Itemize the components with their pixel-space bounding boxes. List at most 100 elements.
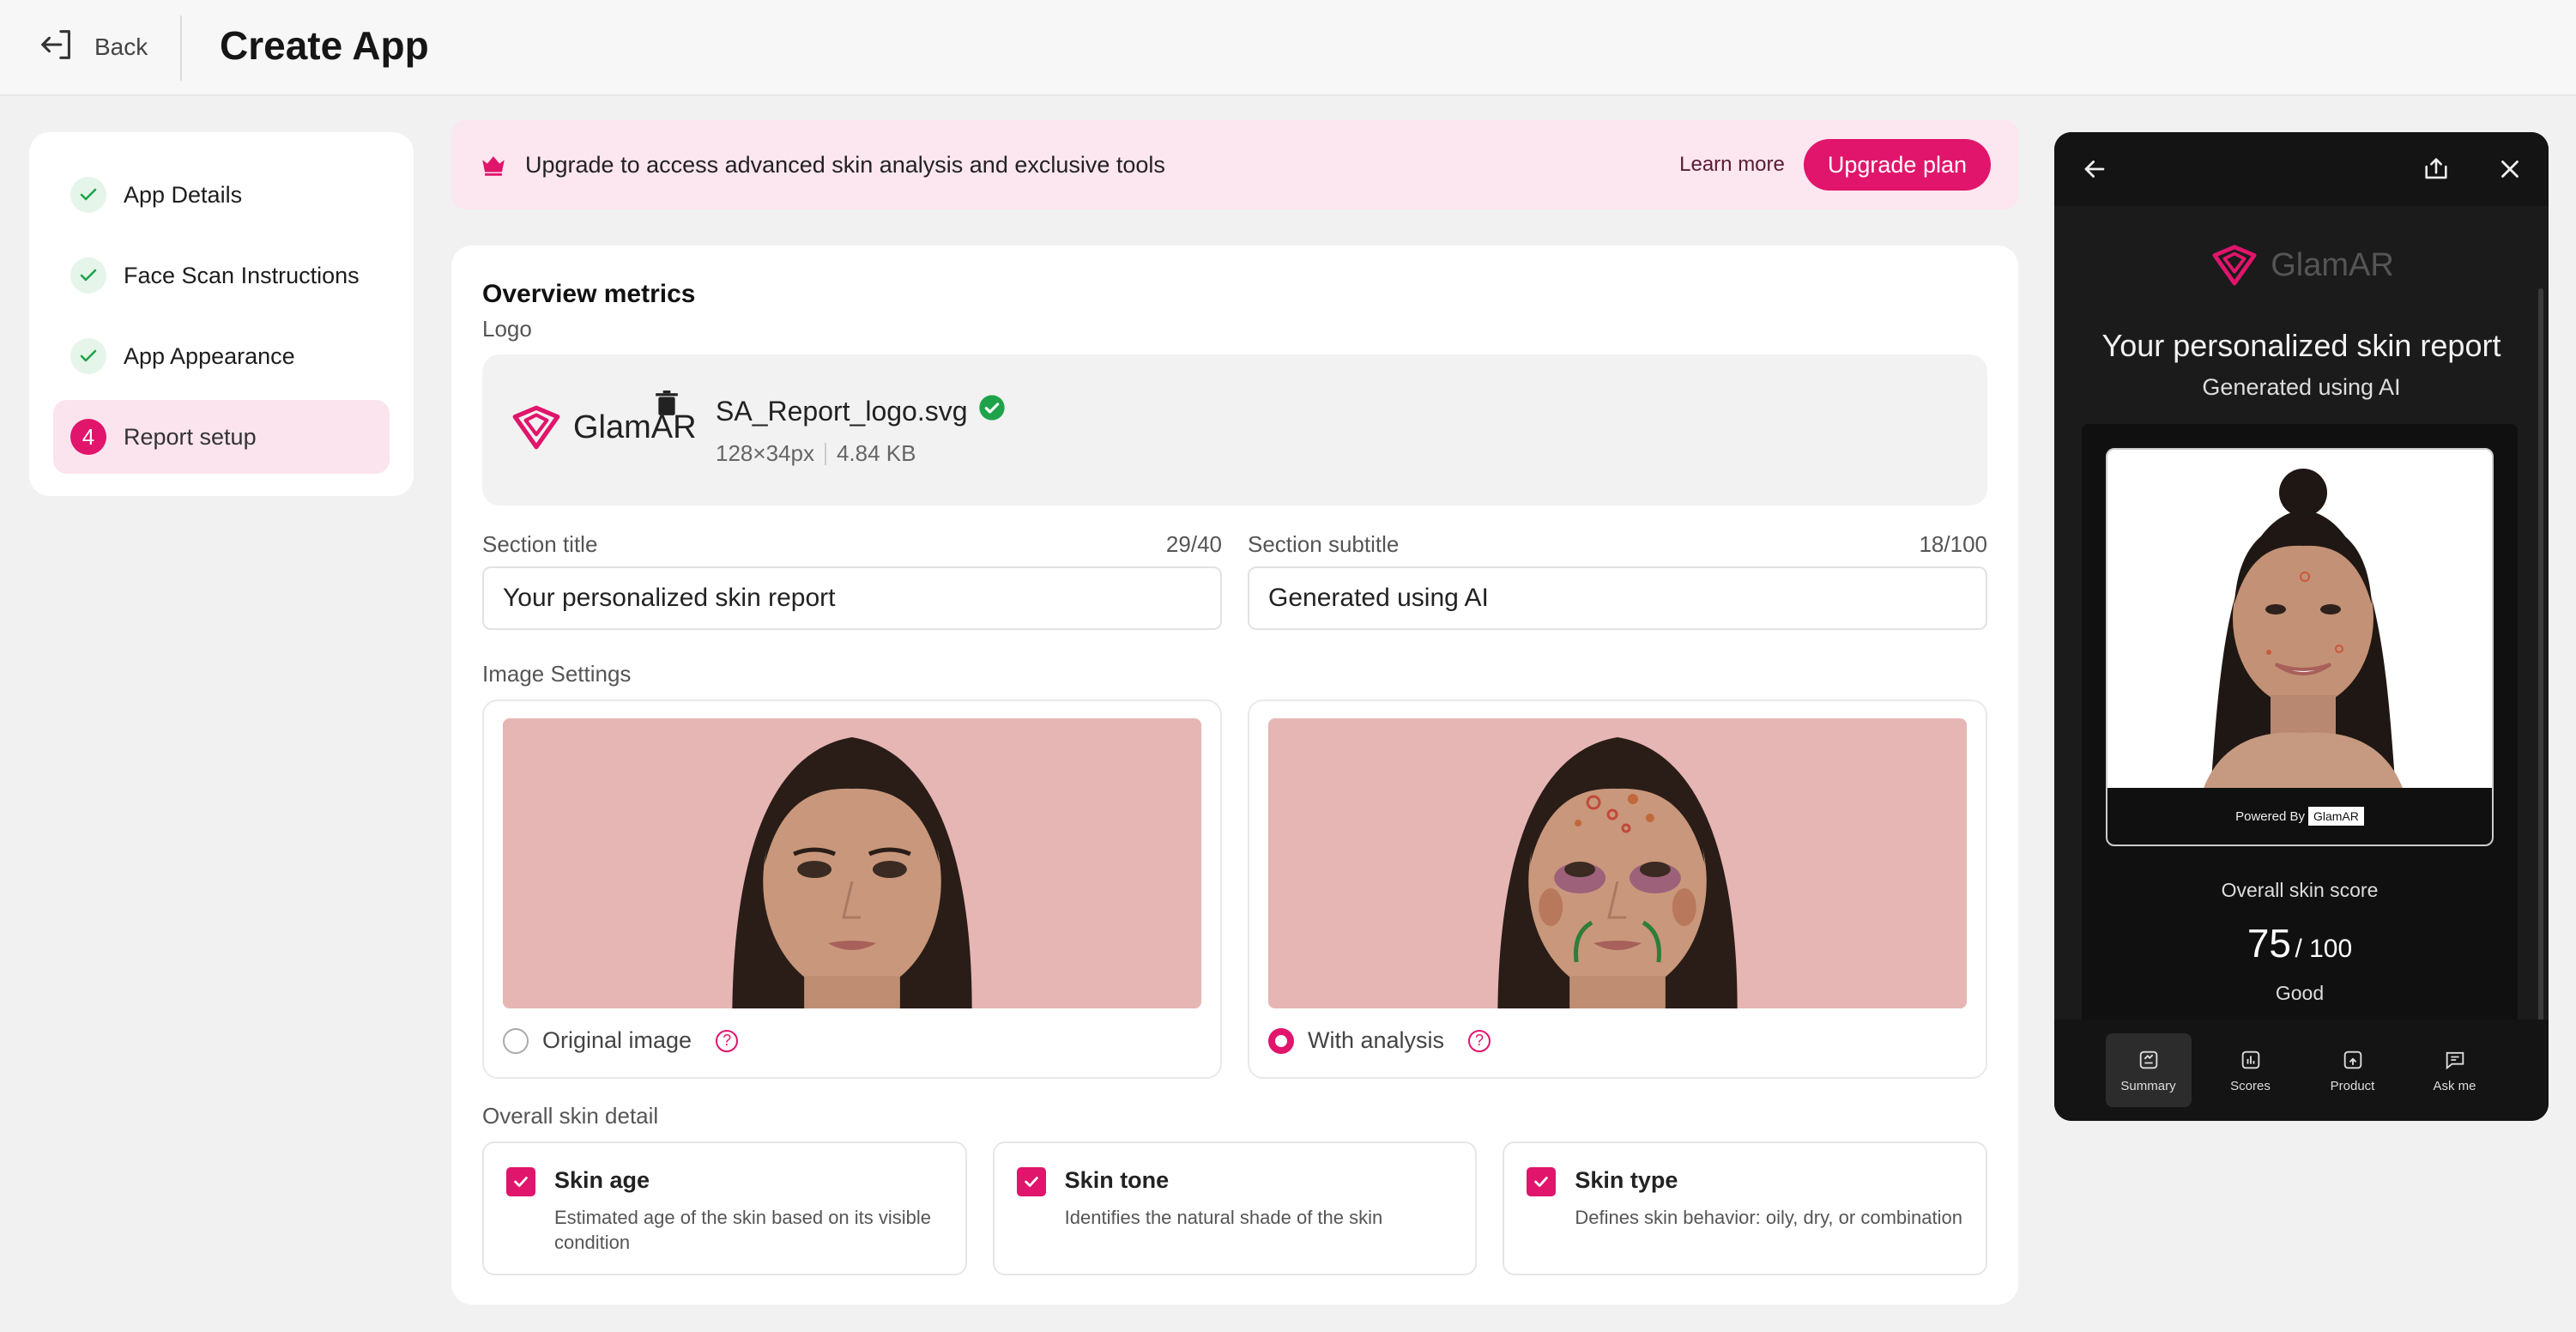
option-label: With analysis <box>1308 1027 1445 1053</box>
step-label: App Details <box>124 181 243 208</box>
logo-upload-box[interactable]: GlamAR SA_Report_logo.svg 128×34px 4.84 … <box>482 354 1987 506</box>
back-label: Back <box>94 33 148 60</box>
chat-icon <box>2446 1051 2464 1069</box>
field-label: Section subtitle <box>1248 531 1400 557</box>
meta-separator <box>824 442 826 465</box>
step-app-details[interactable]: App Details <box>53 158 390 232</box>
step-label: Report setup <box>124 423 257 450</box>
nav-scores[interactable]: Scores <box>2208 1033 2294 1107</box>
skin-detail-label: Overall skin detail <box>482 1103 659 1129</box>
step-report-setup[interactable]: 4 Report setup <box>53 400 390 474</box>
step-label: Face Scan Instructions <box>124 262 360 288</box>
preview-body: GlamAR Your personalized skin report Gen… <box>2054 206 2549 1078</box>
preview-bottom-nav: Summary Scores Product Ask me <box>2054 1020 2549 1121</box>
upgrade-plan-button[interactable]: Upgrade plan <box>1803 139 1991 191</box>
arrow-left-icon[interactable] <box>2080 154 2109 184</box>
preview-brand: GlamAR <box>2271 246 2394 283</box>
option-label: Original image <box>542 1027 692 1053</box>
glamar-logo-icon <box>2212 245 2257 286</box>
overview-metrics-card: Overview metrics Logo GlamAR SA_Report_l… <box>451 245 2018 1305</box>
char-count: 29/40 <box>1165 531 1222 557</box>
learn-more-link[interactable]: Learn more <box>1679 153 1785 177</box>
file-meta: 128×34px 4.84 KB <box>716 440 916 467</box>
section-heading: Overview metrics <box>482 280 696 308</box>
section-subtitle-input[interactable]: Generated using AI <box>1248 566 1987 630</box>
nav-label: Ask me <box>2433 1078 2476 1093</box>
skin-age-card[interactable]: Skin age Estimated age of the skin based… <box>482 1141 967 1275</box>
success-check-icon <box>978 394 1006 428</box>
original-image-card[interactable]: Original image ? <box>482 699 1222 1079</box>
check-icon <box>70 177 106 213</box>
section-title-field: Section title 29/40 Your personalized sk… <box>482 531 1222 630</box>
score-label: Overall skin score <box>2221 879 2379 901</box>
preview-logo: GlamAR <box>2054 244 2549 287</box>
field-label: Section title <box>482 531 598 557</box>
skin-card-title: Skin tone <box>1064 1167 1170 1193</box>
checkbox[interactable] <box>506 1167 535 1196</box>
image-settings-label: Image Settings <box>482 661 632 687</box>
nav-summary[interactable]: Summary <box>2105 1033 2192 1107</box>
mobile-preview: GlamAR Your personalized skin report Gen… <box>2054 132 2549 1121</box>
logo-label: Logo <box>482 316 532 342</box>
product-icon <box>2343 1050 2361 1069</box>
powered-by-badge: GlamAR <box>2307 807 2364 826</box>
logo-wordmark: GlamAR <box>573 409 697 445</box>
close-icon[interactable] <box>2495 154 2525 184</box>
with-analysis-card[interactable]: With analysis ? <box>1248 699 1987 1079</box>
char-count: 18/100 <box>1919 531 1987 557</box>
original-image-preview <box>503 718 1201 1008</box>
trash-icon[interactable] <box>656 391 678 416</box>
section-title-input[interactable]: Your personalized skin report <box>482 566 1222 630</box>
file-name: SA_Report_logo.svg <box>716 395 968 427</box>
title-fields: Section title 29/40 Your personalized sk… <box>482 531 1987 630</box>
exit-icon <box>38 25 77 70</box>
nav-ask-me[interactable]: Ask me <box>2412 1033 2498 1107</box>
nav-label: Summary <box>2120 1078 2176 1093</box>
crown-icon <box>479 150 508 179</box>
page-title: Create App <box>220 23 429 68</box>
help-icon[interactable]: ? <box>1468 1029 1491 1052</box>
scrollbar[interactable] <box>2538 288 2543 1078</box>
preview-subtitle: Generated using AI <box>2202 374 2401 400</box>
back-button[interactable]: Back <box>38 26 148 69</box>
overall-skin-detail: Overall skin detail Skin age Estimated a… <box>482 1103 1988 1275</box>
step-face-scan-instructions[interactable]: Face Scan Instructions <box>53 239 390 312</box>
score-value: 75 / 100 <box>2082 920 2518 966</box>
share-icon[interactable] <box>2422 154 2451 184</box>
section-subtitle-field: Section subtitle 18/100 Generated using … <box>1248 531 1987 630</box>
report-card: Powered By GlamAR Overall skin score 75 … <box>2082 424 2518 1076</box>
step-number: 4 <box>70 419 106 455</box>
summary-icon <box>2139 1050 2157 1069</box>
nav-product[interactable]: Product <box>2310 1033 2396 1107</box>
glamar-logo-icon <box>512 405 560 450</box>
upgrade-banner: Upgrade to access advanced skin analysis… <box>451 120 2018 209</box>
skin-tone-card[interactable]: Skin tone Identifies the natural shade o… <box>992 1141 1478 1275</box>
score-max: / 100 <box>2295 935 2353 963</box>
preview-toolbar <box>2054 132 2549 206</box>
nav-label: Scores <box>2230 1078 2271 1093</box>
checkbox[interactable] <box>1527 1167 1557 1196</box>
analysis-image-preview <box>1268 718 1967 1008</box>
check-icon <box>70 338 106 374</box>
score-number: 75 <box>2246 921 2291 966</box>
original-image-option[interactable]: Original image ? <box>503 1027 1201 1054</box>
powered-by: Powered By GlamAR <box>2107 788 2492 845</box>
radio-button[interactable] <box>503 1027 529 1054</box>
banner-text: Upgrade to access advanced skin analysis… <box>525 151 1165 178</box>
top-bar: Back Create App <box>0 0 2576 96</box>
radio-button-selected[interactable] <box>1268 1027 1294 1054</box>
with-analysis-option[interactable]: With analysis ? <box>1268 1027 1967 1054</box>
skin-card-desc: Estimated age of the skin based on its v… <box>554 1207 932 1253</box>
image-settings: Image Settings Original image ? With ana… <box>482 661 1987 1079</box>
powered-by-label: Powered By <box>2235 808 2305 824</box>
skin-card-desc: Defines skin behavior: oily, dry, or com… <box>1575 1207 1962 1228</box>
check-icon <box>70 257 106 294</box>
divider <box>180 15 182 81</box>
skin-card-title: Skin age <box>554 1167 650 1193</box>
help-icon[interactable]: ? <box>716 1029 739 1052</box>
step-app-appearance[interactable]: App Appearance <box>53 319 390 393</box>
file-dimensions: 128×34px <box>716 440 814 466</box>
checkbox[interactable] <box>1016 1167 1046 1196</box>
score-rating: Good <box>2275 982 2325 1004</box>
skin-type-card[interactable]: Skin type Defines skin behavior: oily, d… <box>1503 1141 1988 1275</box>
